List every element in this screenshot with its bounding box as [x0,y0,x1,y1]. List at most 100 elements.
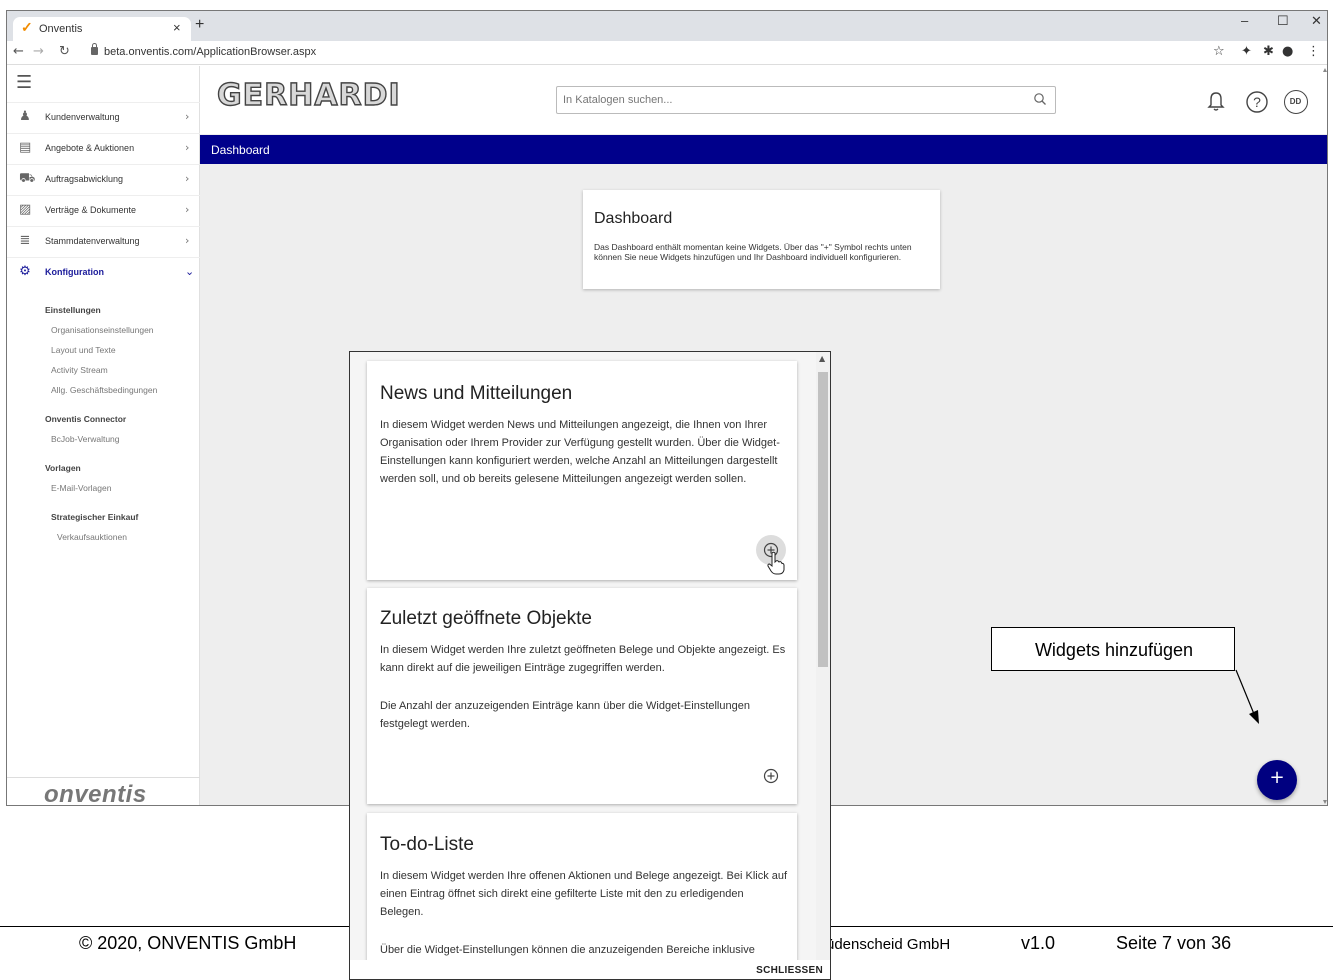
widget-description-settings: Die Anzahl der anzuzeigenden Einträge ka… [380,700,750,730]
address-bar-row: ← → ↻ beta.onventis.com/ApplicationBrows… [7,41,1327,65]
puzzle-extensions-icon[interactable]: ✱ [1263,44,1274,59]
widget-list: News und Mitteilungen In diesem Widget w… [350,352,816,960]
close-window-icon[interactable]: ✕ [1311,13,1322,29]
sidebar-item-auftragsabwicklung[interactable]: ⛟ Auftragsabwicklung › [7,164,200,195]
chevron-right-icon: › [185,172,190,185]
dashboard-card-text: Das Dashboard enthält momentan keine Wid… [594,242,912,262]
back-arrow-icon[interactable]: ← [13,44,24,59]
browser-tab[interactable]: ✓ Onventis × [13,17,191,41]
footer-page-number: Seite 7 von 36 [1116,933,1232,953]
dialog-actions: SCHLIESSEN [350,960,830,979]
widget-title: To-do-Liste [380,834,474,855]
sidebar-item-label: Stammdatenverwaltung [45,236,140,246]
sidebar-subitem-organisationseinstellungen[interactable]: Organisationseinstellungen [51,325,154,335]
widget-title: Zuletzt geöffnete Objekte [380,608,592,629]
chevron-right-icon: › [185,203,190,216]
sidebar-item-label: Auftragsabwicklung [45,174,124,184]
new-tab-button[interactable]: + [195,16,204,34]
hamburger-menu-icon[interactable]: ☰ [16,72,32,93]
widget-title: News und Mitteilungen [380,383,573,404]
sidebar-subheading-einstellungen: Einstellungen [45,305,101,315]
add-circle-icon [763,768,779,784]
document-icon: ▨ [19,202,32,217]
sidebar-subheading-connector: Onventis Connector [45,414,127,424]
cart-icon: ⛟ [19,171,36,186]
database-icon: ≣ [19,233,31,248]
maximize-icon[interactable]: ☐ [1277,13,1289,29]
scroll-up-arrow-icon[interactable]: ▲ [819,354,825,363]
plus-icon: + [1269,767,1285,788]
clipboard-icon: ▤ [19,140,32,155]
sidebar-item-angebote[interactable]: ▤ Angebote & Auktionen › [7,133,200,164]
forward-arrow-icon[interactable]: → [33,44,44,59]
close-dialog-button[interactable]: SCHLIESSEN [756,965,823,976]
add-widget-dialog: News und Mitteilungen In diesem Widget w… [349,351,831,980]
widget-description: In diesem Widget werden Ihre offenen Akt… [380,870,788,918]
sidebar-subitem-activity-stream[interactable]: Activity Stream [51,365,108,375]
minimize-icon[interactable]: – [1241,13,1248,28]
sidebar-footer: onventis [7,777,200,806]
sidebar-subitem-email-vorlagen[interactable]: E-Mail-Vorlagen [51,483,111,493]
sidebar-item-label: Verträge & Dokumente [45,205,137,215]
onventis-favicon-icon: ✓ [21,19,33,35]
sidebar-subitem-agb[interactable]: Allg. Geschäftsbedingungen [51,385,157,395]
widget-card-recent-objects: Zuletzt geöffnete Objekte In diesem Widg… [367,588,797,804]
page-title-bar: Dashboard [200,135,1327,164]
widget-card-todo: To-do-Liste In diesem Widget werden Ihre… [367,813,797,960]
avatar[interactable]: DD [1284,90,1308,114]
sidebar-subitem-verkaufsauktionen[interactable]: Verkaufsauktionen [57,532,127,542]
sidebar-item-kundenverwaltung[interactable]: ♟ Kundenverwaltung › [7,102,200,133]
sidebar-item-konfiguration[interactable]: ⚙ Konfiguration ⌄ [7,257,200,288]
person-icon: ♟ [19,109,31,124]
sidebar-subheading-vorlagen: Vorlagen [45,463,81,473]
svg-text:?: ? [1253,94,1261,110]
tab-title: Onventis [39,23,83,35]
search-icon[interactable] [1033,92,1047,106]
search-input[interactable] [563,92,1023,108]
widget-card-news: News und Mitteilungen In diesem Widget w… [367,361,797,580]
gear-icon: ⚙ [19,264,31,279]
catalog-search [556,86,1056,114]
widget-description-settings: Über die Widget-Einstellungen können die… [380,944,755,956]
sidebar-item-stammdaten[interactable]: ≣ Stammdatenverwaltung › [7,226,200,257]
address-field[interactable]: beta.onventis.com/ApplicationBrowser.asp… [104,46,316,58]
reload-icon[interactable]: ↻ [59,44,70,59]
callout-text: Widgets hinzufügen [1034,640,1194,660]
hand-cursor-icon [767,551,785,575]
tab-close-button[interactable]: × [173,20,181,35]
footer-version: v1.0 [1021,933,1056,953]
add-widget-recent-button[interactable] [756,761,786,791]
lock-icon [91,43,98,55]
document-page: ✓ Onventis × + – ☐ ✕ ← → ↻ beta.onventis… [0,0,1333,980]
chevron-right-icon: › [185,110,190,123]
sidebar: ☰ ♟ Kundenverwaltung › ▤ Angebote & Aukt… [7,66,200,806]
scrollbar-thumb[interactable] [818,372,828,667]
page-scrollbar[interactable] [1321,66,1328,806]
sidebar-item-label: Kundenverwaltung [45,112,120,122]
sidebar-subitem-layout[interactable]: Layout und Texte [51,345,116,355]
bookmark-star-icon[interactable]: ☆ [1213,44,1225,59]
footer-copyright: © 2020, ONVENTIS GmbH [79,933,297,953]
dashboard-empty-card: Dashboard Das Dashboard enthält momentan… [583,190,940,289]
onventis-logo: onventis [44,781,147,806]
bell-icon[interactable] [1204,90,1228,114]
extension-icon[interactable]: ✦ [1241,44,1252,59]
profile-icon[interactable]: ● [1282,44,1293,59]
sidebar-item-label: Konfiguration [45,267,104,277]
browser-menu-icon[interactable]: ⋮ [1307,44,1320,59]
add-widget-button[interactable]: + [1257,760,1297,800]
gerhardi-logo: GERHARDI [216,77,401,113]
chevron-down-icon: ⌄ [185,265,195,278]
dialog-scrollbar[interactable]: ▲ [816,352,830,960]
sidebar-item-label: Angebote & Auktionen [45,143,135,153]
sidebar-item-vertraege[interactable]: ▨ Verträge & Dokumente › [7,195,200,226]
help-icon[interactable]: ? [1245,90,1269,114]
sidebar-subitem-bcjob[interactable]: BcJob-Verwaltung [51,434,120,444]
callout-box: Widgets hinzufügen [991,627,1235,671]
chevron-right-icon: › [185,234,190,247]
app-header: GERHARDI ? DD [200,66,1327,134]
widget-description: In diesem Widget werden News und Mitteil… [380,419,780,485]
tab-bar: ✓ Onventis × + – ☐ ✕ [7,11,1327,41]
callout-arrow-icon [1235,669,1259,724]
avatar-initials: DD [1289,97,1302,106]
